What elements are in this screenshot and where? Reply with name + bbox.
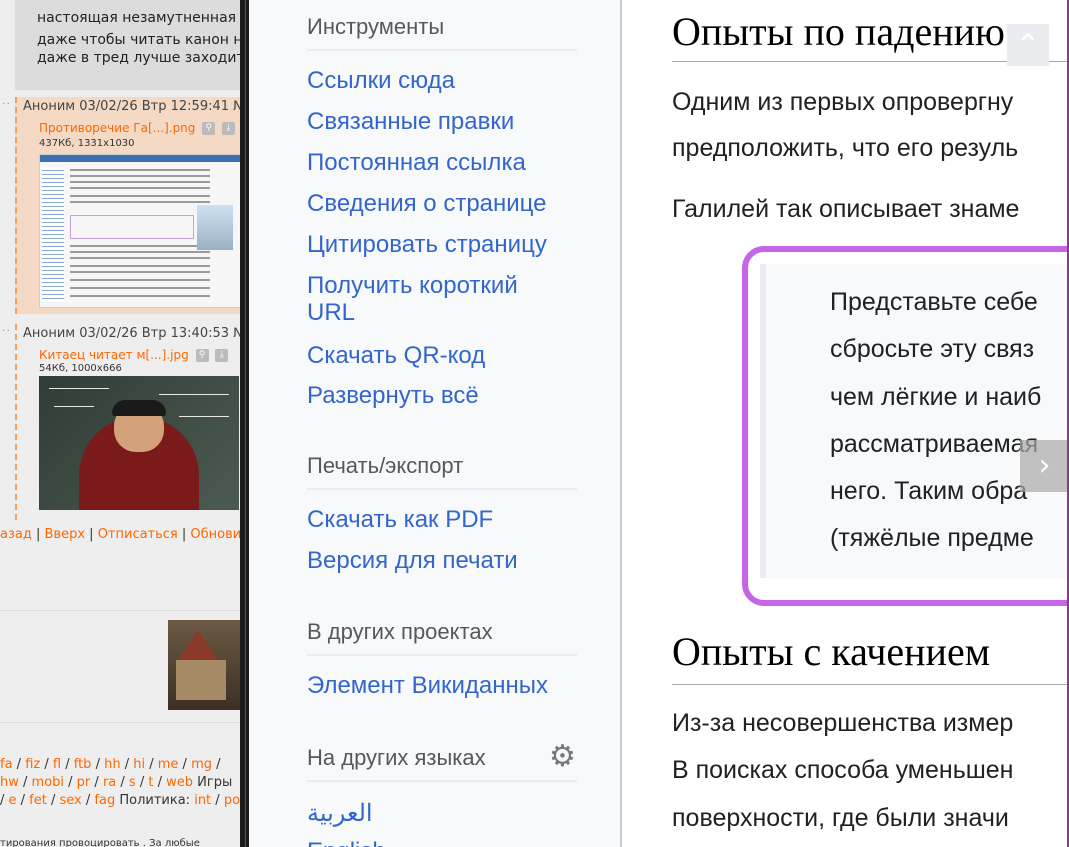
link-short-url[interactable]: Получить короткий (307, 272, 518, 299)
link-wikidata-item[interactable]: Элемент Викиданных (307, 672, 548, 699)
section-divider (307, 780, 577, 782)
link-language-arabic[interactable]: العربية (307, 800, 373, 827)
paragraph-line: предположить, что его резуль (672, 134, 1019, 162)
section-divider (307, 49, 577, 51)
link-qr-code[interactable]: Скачать QR-код (307, 342, 485, 369)
link-download-pdf[interactable]: Скачать как PDF (307, 506, 493, 533)
reply-post: ·· Аноним 03/02/26 Втр 13:40:53 №1 Китае… (2, 324, 240, 520)
board-link[interactable]: sex (60, 793, 82, 808)
paragraph-line: Одним из первых опровергну (672, 88, 1014, 116)
op-text-line: настоящая незамутненная ис (37, 10, 240, 26)
imageboard-pane: настоящая незамутненная ис даже чтобы чи… (0, 0, 240, 847)
section-divider (307, 488, 577, 490)
board-link[interactable]: t (148, 775, 153, 790)
thread-nav: азад | Вверх | Отписаться | Обновить (0, 527, 240, 542)
board-link[interactable]: fet (29, 793, 47, 808)
reply-post: ·· Аноним 03/02/26 Втр 12:59:41 №1 Проти… (2, 97, 240, 314)
post-header[interactable]: Аноним 03/02/26 Втр 12:59:41 №1 (23, 99, 240, 114)
board-list-row: fa / fiz / fl / ftb / hh / hi / me / mg … (0, 757, 221, 772)
file-info: 437Кб, 1331x1030 (39, 138, 135, 149)
link-page-info[interactable]: Сведения о странице (307, 190, 547, 217)
link-short-url-cont[interactable]: URL (307, 299, 355, 326)
op-text-line: даже чтобы читать канон над (37, 32, 240, 48)
up-link[interactable]: Вверх (45, 527, 86, 542)
board-link[interactable]: web (166, 775, 193, 790)
file-name-link[interactable]: Противоречие Га[...].png (39, 121, 195, 135)
board-link[interactable]: fl (53, 757, 61, 772)
download-icon[interactable]: ⤓ (215, 349, 229, 362)
link-print-version[interactable]: Версия для печати (307, 547, 518, 574)
board-link[interactable]: hw (0, 775, 19, 790)
wiki-tools-sidebar: Инструменты Ссылки сюда Связанные правки… (249, 0, 622, 847)
paragraph-line: поверхности, где были значи (672, 804, 1009, 832)
board-link[interactable]: s (129, 775, 136, 790)
board-link[interactable]: ra (103, 775, 116, 790)
quote-line: (тяжёлые предме (830, 524, 1034, 552)
post-dots: ·· (2, 97, 11, 110)
divider (0, 610, 240, 611)
board-link[interactable]: mg (191, 757, 212, 772)
board-link[interactable]: int (194, 793, 211, 808)
file-info: 54Кб, 1000x666 (39, 363, 122, 374)
search-icon[interactable]: ⚲ (195, 349, 209, 362)
link-cite-page[interactable]: Цитировать страницу (307, 231, 547, 258)
paragraph-line: Галилей так описывает знаме (672, 195, 1020, 223)
quote-line: сбросьте эту связ (830, 335, 1035, 363)
board-link[interactable]: po (224, 793, 240, 808)
board-link[interactable]: pr (77, 775, 91, 790)
board-category-label: Игры (197, 775, 233, 790)
link-related-changes[interactable]: Связанные правки (307, 108, 514, 135)
section-heading: Опыты с качением (672, 629, 991, 674)
post-thumbnail[interactable] (39, 376, 239, 510)
quote-line: Представьте себе (830, 288, 1038, 316)
projects-heading: В других проектах (307, 619, 493, 644)
chevron-right-icon[interactable]: › (1020, 440, 1069, 492)
board-category-label: Политика: (119, 793, 191, 808)
board-link[interactable]: e (9, 793, 17, 808)
board-list-row: / e / fet / sex / fag Политика: int / po (0, 793, 240, 808)
board-list-row: hw / mobi / pr / ra / s / t / web Игры (0, 775, 233, 790)
paragraph-line: В поисках способа уменьшен (672, 756, 1014, 784)
op-text-line: даже в тред лучше заходить (37, 50, 240, 66)
divider (0, 722, 240, 723)
banner-image[interactable] (168, 620, 240, 710)
back-link[interactable]: азад (0, 527, 32, 542)
print-heading: Печать/экспорт (307, 453, 464, 478)
post-thumbnail[interactable] (39, 154, 240, 308)
article-content: Опыты по падению Одним из первых опровер… (622, 0, 1069, 847)
download-icon[interactable]: ⤓ (222, 122, 236, 135)
board-link[interactable]: me (158, 757, 179, 772)
board-link[interactable]: hi (133, 757, 145, 772)
link-permanent-link[interactable]: Постоянная ссылка (307, 149, 526, 176)
refresh-link[interactable]: Обновить (190, 527, 240, 542)
quote-line: него. Таким обра (830, 477, 1028, 505)
footer-text: тирования провоцировать . За любые (0, 838, 200, 847)
board-link[interactable]: fag (94, 793, 115, 808)
file-name-link[interactable]: Китаец читает м[...].jpg (39, 348, 189, 362)
gear-icon[interactable]: ⚙ (549, 742, 579, 772)
search-icon[interactable]: ⚲ (202, 122, 216, 135)
link-what-links-here[interactable]: Ссылки сюда (307, 67, 455, 94)
quote-line: чем лёгкие и наиб (830, 383, 1042, 411)
heading-underline (672, 684, 1069, 685)
section-divider (307, 654, 577, 656)
section-heading: Опыты по падению (672, 9, 1005, 54)
chevron-up-icon[interactable]: ⌃ (1007, 24, 1049, 66)
languages-heading: На других языках (307, 745, 486, 770)
board-link[interactable]: hh (104, 757, 120, 772)
board-link[interactable]: ftb (74, 757, 92, 772)
board-link[interactable]: fa (0, 757, 13, 772)
board-link[interactable]: fiz (25, 757, 40, 772)
link-expand-all[interactable]: Развернуть всё (307, 382, 479, 409)
board-link[interactable]: mobi (32, 775, 64, 790)
op-post-tail: настоящая незамутненная ис даже чтобы чи… (15, 0, 240, 90)
quote-line: рассматриваемая (830, 430, 1039, 458)
tools-heading: Инструменты (307, 14, 445, 39)
post-header[interactable]: Аноним 03/02/26 Втр 13:40:53 №1 (23, 326, 240, 341)
link-language-english[interactable]: English (307, 838, 386, 847)
pane-divider[interactable] (240, 0, 249, 847)
paragraph-line: Из-за несовершенства измер (672, 709, 1014, 737)
post-dots: ·· (2, 324, 11, 337)
unsubscribe-link[interactable]: Отписаться (98, 527, 178, 542)
